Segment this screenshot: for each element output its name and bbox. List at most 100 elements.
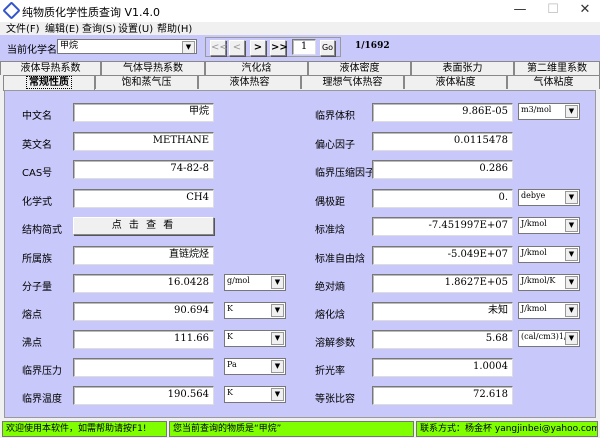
field-label: 等张比容 bbox=[315, 394, 355, 405]
field-label: 化学式 bbox=[22, 197, 52, 208]
unit-select[interactable]: K ▼ bbox=[224, 302, 286, 319]
title-bar: 纯物质化学性质查询 V1.4.0 — ☐ ✕ bbox=[0, 0, 600, 22]
value-field[interactable]: 5.68 bbox=[372, 330, 513, 349]
first-button[interactable]: << bbox=[210, 40, 228, 56]
prev-button[interactable]: < bbox=[229, 40, 245, 56]
menu-settings[interactable]: 设置(U) bbox=[118, 20, 153, 35]
unit-value: J/kmol/K bbox=[521, 276, 556, 285]
compound-select[interactable]: 甲烷 ▼ bbox=[57, 39, 197, 54]
tab-gas-viscosity[interactable]: 气体粘度 bbox=[507, 75, 600, 89]
tab-liquid-thermal-conductivity[interactable]: 液体导热系数 bbox=[0, 61, 101, 75]
value-field[interactable]: METHANE bbox=[73, 132, 214, 151]
tab-liquid-heat-capacity[interactable]: 液体热容 bbox=[198, 75, 301, 89]
tab-second-virial[interactable]: 第二维里系数 bbox=[514, 61, 600, 75]
unit-select[interactable]: m3/mol ▼ bbox=[518, 103, 580, 120]
chevron-down-icon[interactable]: ▼ bbox=[271, 304, 284, 317]
field-label: 沸点 bbox=[22, 338, 42, 349]
value-field[interactable]: 72.618 bbox=[372, 386, 513, 405]
tab-saturated-vapor-pressure[interactable]: 饱和蒸气压 bbox=[95, 75, 198, 89]
unit-select[interactable]: g/mol ▼ bbox=[224, 274, 286, 291]
unit-value: debye bbox=[521, 191, 546, 200]
value-field[interactable]: 16.0428 bbox=[73, 274, 214, 293]
toolbar: 当前化学名 甲烷 ▼ << < > >> 1 Go 1/1692 bbox=[0, 35, 600, 61]
last-button[interactable]: >> bbox=[270, 40, 288, 56]
value-field[interactable]: -5.049E+07 bbox=[372, 246, 513, 265]
status-current: 您当前查询的物质是“甲烷” bbox=[169, 421, 414, 437]
status-contact: 联系方式：杨金杯 yangjinbei@yahoo.com.cn bbox=[416, 421, 598, 437]
unit-value: g/mol bbox=[227, 276, 250, 285]
value-field[interactable]: 甲烷 bbox=[73, 103, 214, 122]
unit-select[interactable]: debye ▼ bbox=[518, 189, 580, 206]
value-field[interactable] bbox=[73, 358, 214, 377]
chevron-down-icon[interactable]: ▼ bbox=[182, 41, 195, 53]
tab-liquid-viscosity[interactable]: 液体粘度 bbox=[404, 75, 507, 89]
unit-value: K bbox=[227, 332, 233, 341]
chevron-down-icon[interactable]: ▼ bbox=[565, 276, 578, 289]
menu-query[interactable]: 查询(S) bbox=[82, 20, 116, 35]
window-title: 纯物质化学性质查询 V1.4.0 bbox=[22, 6, 161, 19]
tab-vaporization-enthalpy[interactable]: 汽化焓 bbox=[205, 61, 308, 75]
unit-value: Pa bbox=[227, 360, 237, 369]
next-button[interactable]: > bbox=[250, 40, 266, 56]
chevron-down-icon[interactable]: ▼ bbox=[271, 332, 284, 345]
chevron-down-icon[interactable]: ▼ bbox=[565, 105, 578, 118]
menu-edit[interactable]: 编辑(E) bbox=[45, 20, 79, 35]
value-field[interactable]: 111.66 bbox=[73, 330, 214, 349]
unit-value: (cal/cm3)1/ bbox=[521, 332, 567, 341]
unit-select[interactable]: J/kmol ▼ bbox=[518, 302, 580, 319]
chevron-down-icon[interactable]: ▼ bbox=[565, 248, 578, 261]
field-label: 中文名 bbox=[22, 111, 52, 122]
status-help: 欢迎使用本软件，如需帮助请按F1! bbox=[2, 421, 167, 437]
value-field[interactable]: 74-82-8 bbox=[73, 160, 214, 179]
tab-general-properties[interactable]: 常规性质 bbox=[3, 75, 95, 91]
unit-select[interactable]: J/kmol ▼ bbox=[518, 217, 580, 234]
menu-file[interactable]: 文件(F) bbox=[6, 20, 40, 35]
page-input[interactable]: 1 bbox=[292, 39, 316, 55]
field-label: 熔化焓 bbox=[315, 310, 345, 321]
unit-select[interactable]: Pa ▼ bbox=[224, 358, 286, 375]
menu-help[interactable]: 帮助(H) bbox=[157, 20, 192, 35]
app-icon bbox=[2, 1, 21, 20]
compound-label: 当前化学名 bbox=[7, 45, 57, 56]
field-label: 偏心因子 bbox=[315, 140, 355, 151]
value-field[interactable]: -7.451997E+07 bbox=[372, 217, 513, 236]
value-field[interactable]: 直链烷烃 bbox=[73, 246, 214, 265]
value-field[interactable]: 0. bbox=[372, 189, 513, 208]
value-field[interactable]: 9.86E-05 bbox=[372, 103, 513, 122]
tab-gas-thermal-conductivity[interactable]: 气体导热系数 bbox=[101, 61, 205, 75]
chevron-down-icon[interactable]: ▼ bbox=[565, 219, 578, 232]
close-button[interactable]: ✕ bbox=[570, 2, 600, 20]
unit-select[interactable]: J/kmol ▼ bbox=[518, 246, 580, 263]
value-field[interactable]: 190.564 bbox=[73, 386, 214, 405]
unit-select[interactable]: K ▼ bbox=[224, 330, 286, 347]
page-count: 1/1692 bbox=[355, 41, 390, 51]
field-label: 临界压缩因子 bbox=[315, 168, 375, 179]
unit-select[interactable]: J/kmol/K ▼ bbox=[518, 274, 580, 291]
value-field[interactable]: 未知 bbox=[372, 302, 513, 321]
value-field[interactable]: 1.8627E+05 bbox=[372, 274, 513, 293]
chevron-down-icon[interactable]: ▼ bbox=[565, 332, 578, 345]
unit-select[interactable]: K ▼ bbox=[224, 386, 286, 403]
maximize-button[interactable]: ☐ bbox=[538, 2, 568, 20]
value-field[interactable]: 0.0115478 bbox=[372, 132, 513, 151]
compound-value: 甲烷 bbox=[60, 41, 79, 51]
chevron-down-icon[interactable]: ▼ bbox=[271, 276, 284, 289]
chevron-down-icon[interactable]: ▼ bbox=[565, 304, 578, 317]
value-field[interactable]: 90.694 bbox=[73, 302, 214, 321]
unit-value: J/kmol bbox=[521, 219, 547, 228]
value-field[interactable]: CH4 bbox=[73, 189, 214, 208]
tab-surface-tension[interactable]: 表面张力 bbox=[411, 61, 514, 75]
tab-liquid-density[interactable]: 液体密度 bbox=[308, 61, 411, 75]
chevron-down-icon[interactable]: ▼ bbox=[271, 360, 284, 373]
tab-ideal-gas-heat-capacity[interactable]: 理想气体热容 bbox=[301, 75, 404, 89]
value-field[interactable]: 1.0004 bbox=[372, 358, 513, 377]
field-label: 临界体积 bbox=[315, 111, 355, 122]
unit-select[interactable]: (cal/cm3)1/▼ bbox=[518, 330, 580, 347]
go-button[interactable]: Go bbox=[320, 40, 335, 56]
value-field[interactable]: 0.286 bbox=[372, 160, 513, 179]
chevron-down-icon[interactable]: ▼ bbox=[271, 388, 284, 401]
field-label: 所属族 bbox=[22, 254, 52, 265]
chevron-down-icon[interactable]: ▼ bbox=[565, 191, 578, 204]
minimize-button[interactable]: — bbox=[505, 2, 535, 20]
view-structure-button[interactable]: 点 击 查 看 bbox=[73, 217, 214, 235]
